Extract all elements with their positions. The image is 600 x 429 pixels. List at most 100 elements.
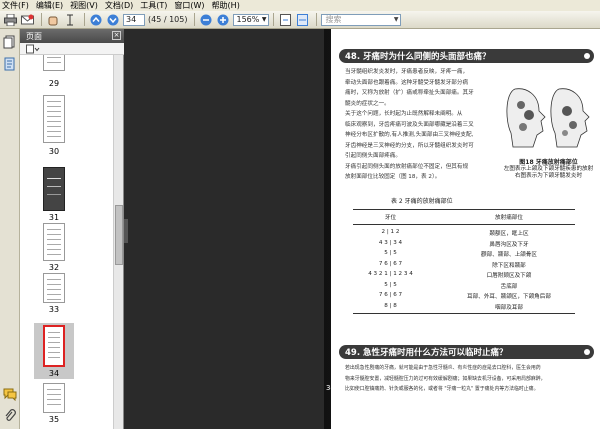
thumbnail-label: 31 bbox=[48, 213, 60, 222]
text-line: 关于这个问题，长时起为止既然解释未阐明。从 bbox=[345, 111, 463, 117]
select-tool-button[interactable] bbox=[63, 13, 77, 27]
menu-file[interactable]: 文件(F) bbox=[2, 0, 29, 11]
thumbnail-list: 29 30 31 32 33 34 35 bbox=[20, 55, 114, 429]
figure-caption-title: 图18 牙痛放射痛部位 bbox=[519, 159, 578, 166]
page-count: (45 / 105) bbox=[148, 15, 188, 24]
comment-icon bbox=[3, 388, 17, 402]
toolbar-separator bbox=[41, 13, 42, 26]
panel-options[interactable] bbox=[20, 43, 124, 55]
text-select-icon bbox=[67, 14, 73, 25]
search-input[interactable]: 搜索 ▼ bbox=[321, 13, 402, 26]
figure-caption-line: 右图表示为下颌牙髓发炎时 bbox=[514, 173, 583, 179]
section-heading: 48. 牙痛时为什么同侧的头面部也痛？ bbox=[339, 49, 594, 63]
text-line: 牙痛引起同侧头面的放射痛部位不固定，但其有规 bbox=[345, 163, 469, 170]
heading-bullet bbox=[584, 349, 590, 355]
menu-bar: 文件(F) 编辑(E) 视图(V) 文档(D) 工具(T) 窗口(W) 帮助(H… bbox=[0, 0, 600, 11]
document-page: 48. 牙痛时为什么同侧的头面部也痛？ 当牙髓组织发炎发时，牙痛患者反映，牙疼一… bbox=[331, 29, 600, 429]
text-line: 放射面部位比较固定（图 18，表 2）。 bbox=[345, 174, 441, 180]
chevron-down-icon: ▼ bbox=[261, 16, 267, 23]
thumbnail-label: 32 bbox=[48, 263, 60, 272]
zoom-value: 156% bbox=[236, 15, 260, 24]
comments-nav-button[interactable] bbox=[3, 387, 17, 402]
fit-page-button[interactable] bbox=[278, 13, 292, 27]
menu-tools[interactable]: 工具(T) bbox=[140, 0, 167, 11]
table-header: 放射痛部位 bbox=[495, 215, 523, 221]
table-row: 4 3 2 1 | 1 2 3 4 口唇附颏区及下颌 bbox=[368, 271, 532, 279]
page-number-input[interactable]: 34 bbox=[123, 13, 145, 26]
thumbnail-page[interactable] bbox=[43, 273, 65, 303]
section-heading: 49. 急性牙痛时用什么方法可以临时止痛？ bbox=[339, 345, 594, 359]
table-row: 5 | 5 舌底部 bbox=[384, 281, 518, 290]
fit-width-button[interactable] bbox=[295, 13, 309, 27]
text-line: 若出现急性剧痛的牙痛，就可能是由于急性牙髓炎、有炎性症的症是去口腔科，医生会用药 bbox=[345, 365, 541, 371]
close-panel-button[interactable]: × bbox=[112, 31, 121, 40]
text-line: 痛时，又称为放射（扩）痛或称牵扯头面部痛。其牙 bbox=[345, 90, 474, 96]
navigation-strip bbox=[0, 29, 20, 429]
text-line: 当牙髓组织发炎发时，牙痛患者反映，牙疼一痛， bbox=[345, 69, 469, 75]
thumbnail-page[interactable] bbox=[43, 167, 65, 211]
text-line: 比如使口腔镇痛药、针灸或服各的化，或者将 "牙痛一粒丸" 置于痛处内等方法临时止… bbox=[345, 386, 539, 392]
printer-icon bbox=[3, 13, 17, 26]
arrow-up-icon bbox=[90, 14, 102, 25]
toolbar-separator bbox=[273, 13, 275, 26]
chevron-down-icon: ▼ bbox=[393, 16, 399, 23]
zoom-in-button[interactable] bbox=[216, 13, 230, 27]
menu-window[interactable]: 窗口(W) bbox=[174, 0, 204, 11]
thumbnails-panel: 页面 × 29 30 31 32 33 34 35 bbox=[20, 29, 124, 429]
table-row: 2 | 1 2 颞额区，眶上区 bbox=[381, 229, 529, 237]
table-title: 表 2 牙痛的放射痛部位 bbox=[391, 198, 453, 205]
arrow-down-icon bbox=[107, 14, 119, 25]
thumbnail-label: 34 bbox=[48, 369, 60, 378]
previous-page-button[interactable] bbox=[89, 13, 103, 27]
panel-header: 页面 × bbox=[20, 29, 124, 43]
table-row: 8 | 8 咽部及耳部 bbox=[384, 302, 523, 311]
pages-nav-button[interactable] bbox=[3, 35, 17, 49]
thumbnail-page[interactable] bbox=[43, 55, 65, 71]
figure-caption-line: 左图表示上颌及下颌牙髓疾患的放射 bbox=[503, 166, 594, 172]
toolbar: 34 (45 / 105) 156% ▼ 搜索 ▼ bbox=[0, 11, 600, 29]
hand-tool-button[interactable] bbox=[46, 13, 60, 27]
bookmark-icon bbox=[4, 57, 15, 71]
email-icon bbox=[20, 14, 34, 24]
menu-document[interactable]: 文档(D) bbox=[105, 0, 133, 11]
next-page-button[interactable] bbox=[106, 13, 120, 27]
print-button[interactable] bbox=[3, 13, 17, 27]
text-line: 髓炎的症状之一。 bbox=[345, 100, 390, 107]
toolbar-separator bbox=[194, 13, 196, 26]
thumbnails-scrollbar[interactable] bbox=[113, 55, 123, 429]
figure-head-diagram bbox=[503, 81, 593, 153]
section-body: 若出现急性剧痛的牙痛，就可能是由于急性牙髓炎、有炎性症的症是去口腔科，医生会用药… bbox=[345, 363, 595, 395]
zoom-select[interactable]: 156% ▼ bbox=[233, 13, 270, 26]
table-header: 牙位 bbox=[384, 215, 397, 221]
text-line: 物来牙髓腔安置，减轻髓腔压力的过可有效缓解剧痛；如果缺去机牙设备，可采用局部麻醉… bbox=[345, 375, 546, 382]
text-line: 牵动头面部也跟着痛。这种牙髓受牙髓发牙部分病 bbox=[345, 79, 469, 86]
menu-view[interactable]: 视图(V) bbox=[70, 0, 98, 11]
thumbnail-page-selected[interactable] bbox=[43, 325, 65, 367]
thumbnail-page[interactable] bbox=[43, 223, 65, 261]
text-line: 牙齿神经是三叉神经的分支，所以牙髓组织发炎时可 bbox=[345, 142, 474, 149]
menu-help[interactable]: 帮助(H) bbox=[212, 0, 240, 11]
menu-edit[interactable]: 编辑(E) bbox=[36, 0, 63, 11]
table-rule bbox=[353, 313, 575, 314]
bookmarks-nav-button[interactable] bbox=[3, 57, 17, 71]
thumbnail-page[interactable] bbox=[43, 95, 65, 143]
pages-icon bbox=[3, 35, 15, 49]
section-body: 当牙髓组织发炎发时，牙痛患者反映，牙疼一痛， 牵动头面部也跟着痛。这种牙髓受牙髓… bbox=[345, 67, 500, 183]
email-button[interactable] bbox=[20, 13, 34, 27]
table-row: 7 6 | 6 7 除下区和颞部 bbox=[378, 260, 526, 269]
zoom-out-icon bbox=[200, 14, 212, 25]
hand-icon bbox=[48, 16, 58, 25]
options-gear-icon bbox=[26, 44, 40, 53]
text-line: 临床观察到，牙齿疼痛可波及头面部哪藏是沿着三叉 bbox=[345, 121, 474, 128]
zoom-out-button[interactable] bbox=[199, 13, 213, 27]
scrollbar-thumb[interactable] bbox=[115, 205, 123, 265]
figure-caption: 图18 牙痛放射痛部位 左图表示上颌及下颌牙髓疾患的放射 右图表示为下颌牙髓发炎… bbox=[501, 159, 596, 180]
table-rule bbox=[353, 224, 575, 225]
panel-splitter[interactable] bbox=[124, 219, 128, 243]
thumbnail-page[interactable] bbox=[43, 383, 65, 413]
thumbnail-label: 30 bbox=[48, 147, 60, 156]
toolbar-separator bbox=[84, 13, 85, 26]
attachments-nav-button[interactable] bbox=[3, 409, 17, 423]
text-line: 神经分布区扩散的,有人推测,头面部由三叉神经支配, bbox=[345, 132, 474, 138]
panel-title: 页面 bbox=[26, 31, 42, 41]
